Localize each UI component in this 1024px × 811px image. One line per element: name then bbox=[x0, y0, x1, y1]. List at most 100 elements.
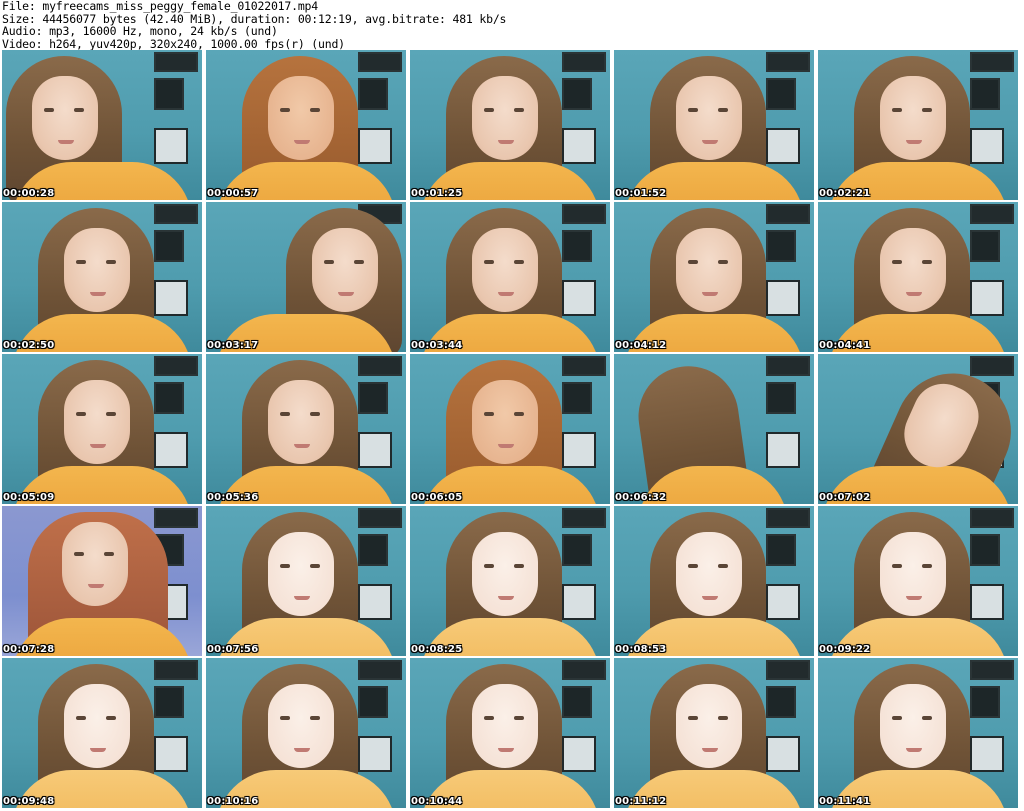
subject-face bbox=[880, 684, 946, 768]
subject-mouth bbox=[90, 444, 106, 448]
subject-face bbox=[880, 532, 946, 616]
subject-mouth bbox=[88, 584, 104, 588]
subject-face bbox=[472, 76, 538, 160]
wall-frame bbox=[358, 432, 392, 468]
thumbnail-timestamp: 00:10:16 bbox=[207, 796, 259, 807]
wall-frame bbox=[766, 280, 800, 316]
subject-eye bbox=[892, 716, 902, 720]
wall-frame bbox=[358, 382, 388, 414]
subject-eye bbox=[484, 260, 494, 264]
subject-eye bbox=[324, 260, 334, 264]
wall-frame bbox=[766, 128, 800, 164]
thumbnail-timestamp: 00:09:22 bbox=[819, 644, 871, 655]
thumbnail-timestamp: 00:07:28 bbox=[3, 644, 55, 655]
subject-mouth bbox=[702, 292, 718, 296]
subject-eye bbox=[922, 564, 932, 568]
wall-frame bbox=[766, 356, 810, 376]
thumbnail-timestamp: 00:07:56 bbox=[207, 644, 259, 655]
wall-frame bbox=[562, 356, 606, 376]
thumbnail-timestamp: 00:06:32 bbox=[615, 492, 667, 503]
subject-mouth bbox=[906, 292, 922, 296]
subject-mouth bbox=[294, 444, 310, 448]
subject-mouth bbox=[498, 140, 514, 144]
subject-eye bbox=[354, 260, 364, 264]
thumbnail-timestamp: 00:01:25 bbox=[411, 188, 463, 199]
wall-frame bbox=[970, 78, 1000, 110]
wall-frame bbox=[562, 508, 606, 528]
subject-eye bbox=[892, 260, 902, 264]
subject-eye bbox=[688, 564, 698, 568]
wall-frame bbox=[766, 508, 810, 528]
wall-frame bbox=[562, 128, 596, 164]
subject-eye bbox=[74, 108, 84, 112]
video-thumbnail: 00:07:28 bbox=[2, 506, 202, 656]
subject-face bbox=[676, 532, 742, 616]
subject-eye bbox=[922, 716, 932, 720]
subject-eye bbox=[74, 552, 84, 556]
video-thumbnail: 00:10:44 bbox=[410, 658, 610, 808]
wall-frame bbox=[970, 356, 1014, 376]
subject-mouth bbox=[498, 596, 514, 600]
subject-face bbox=[32, 76, 98, 160]
wall-frame bbox=[562, 534, 592, 566]
subject-eye bbox=[484, 716, 494, 720]
subject-eye bbox=[718, 108, 728, 112]
thumbnail-timestamp: 00:10:44 bbox=[411, 796, 463, 807]
thumbnail-timestamp: 00:05:36 bbox=[207, 492, 259, 503]
video-thumbnail: 00:07:56 bbox=[206, 506, 406, 656]
subject-eye bbox=[922, 108, 932, 112]
wall-frame bbox=[970, 230, 1000, 262]
thumbnail-timestamp: 00:05:09 bbox=[3, 492, 55, 503]
thumbnail-timestamp: 00:08:53 bbox=[615, 644, 667, 655]
wall-frame bbox=[358, 508, 402, 528]
thumbnail-timestamp: 00:11:12 bbox=[615, 796, 667, 807]
thumbnail-timestamp: 00:01:52 bbox=[615, 188, 667, 199]
wall-frame bbox=[970, 534, 1000, 566]
subject-mouth bbox=[906, 140, 922, 144]
thumbnail-timestamp: 00:07:02 bbox=[819, 492, 871, 503]
wall-frame bbox=[562, 382, 592, 414]
subject-eye bbox=[76, 412, 86, 416]
wall-frame bbox=[154, 52, 198, 72]
wall-frame bbox=[154, 230, 184, 262]
wall-frame bbox=[358, 52, 402, 72]
wall-frame bbox=[970, 280, 1004, 316]
wall-frame bbox=[766, 660, 810, 680]
video-thumbnail: 00:06:32 bbox=[614, 354, 814, 504]
subject-face bbox=[472, 228, 538, 312]
subject-eye bbox=[310, 564, 320, 568]
video-thumbnail: 00:04:12 bbox=[614, 202, 814, 352]
video-thumbnail: 00:04:41 bbox=[818, 202, 1018, 352]
subject-eye bbox=[280, 716, 290, 720]
subject-eye bbox=[280, 412, 290, 416]
video-thumbnail: 00:03:17 bbox=[206, 202, 406, 352]
subject-mouth bbox=[498, 292, 514, 296]
subject-face bbox=[64, 380, 130, 464]
subject-eye bbox=[922, 260, 932, 264]
subject-face bbox=[312, 228, 378, 312]
wall-frame bbox=[766, 534, 796, 566]
thumbnail-timestamp: 00:02:50 bbox=[3, 340, 55, 351]
wall-frame bbox=[766, 204, 810, 224]
subject-face bbox=[268, 684, 334, 768]
wall-frame bbox=[970, 660, 1014, 680]
subject-eye bbox=[44, 108, 54, 112]
video-thumbnail: 00:11:41 bbox=[818, 658, 1018, 808]
file-name-line: File: myfreecams_miss_peggy_female_01022… bbox=[2, 0, 319, 13]
wall-frame bbox=[154, 686, 184, 718]
video-thumbnail: 00:09:48 bbox=[2, 658, 202, 808]
wall-frame bbox=[358, 584, 392, 620]
wall-frame bbox=[766, 52, 810, 72]
wall-frame bbox=[970, 584, 1004, 620]
wall-frame bbox=[358, 686, 388, 718]
subject-face bbox=[676, 684, 742, 768]
subject-eye bbox=[310, 412, 320, 416]
subject-eye bbox=[76, 716, 86, 720]
thumbnail-timestamp: 00:11:41 bbox=[819, 796, 871, 807]
video-thumbnail: 00:08:25 bbox=[410, 506, 610, 656]
subject-eye bbox=[514, 260, 524, 264]
video-thumbnail: 00:09:22 bbox=[818, 506, 1018, 656]
video-thumbnail: 00:06:05 bbox=[410, 354, 610, 504]
wall-frame bbox=[562, 660, 606, 680]
wall-frame bbox=[970, 736, 1004, 772]
